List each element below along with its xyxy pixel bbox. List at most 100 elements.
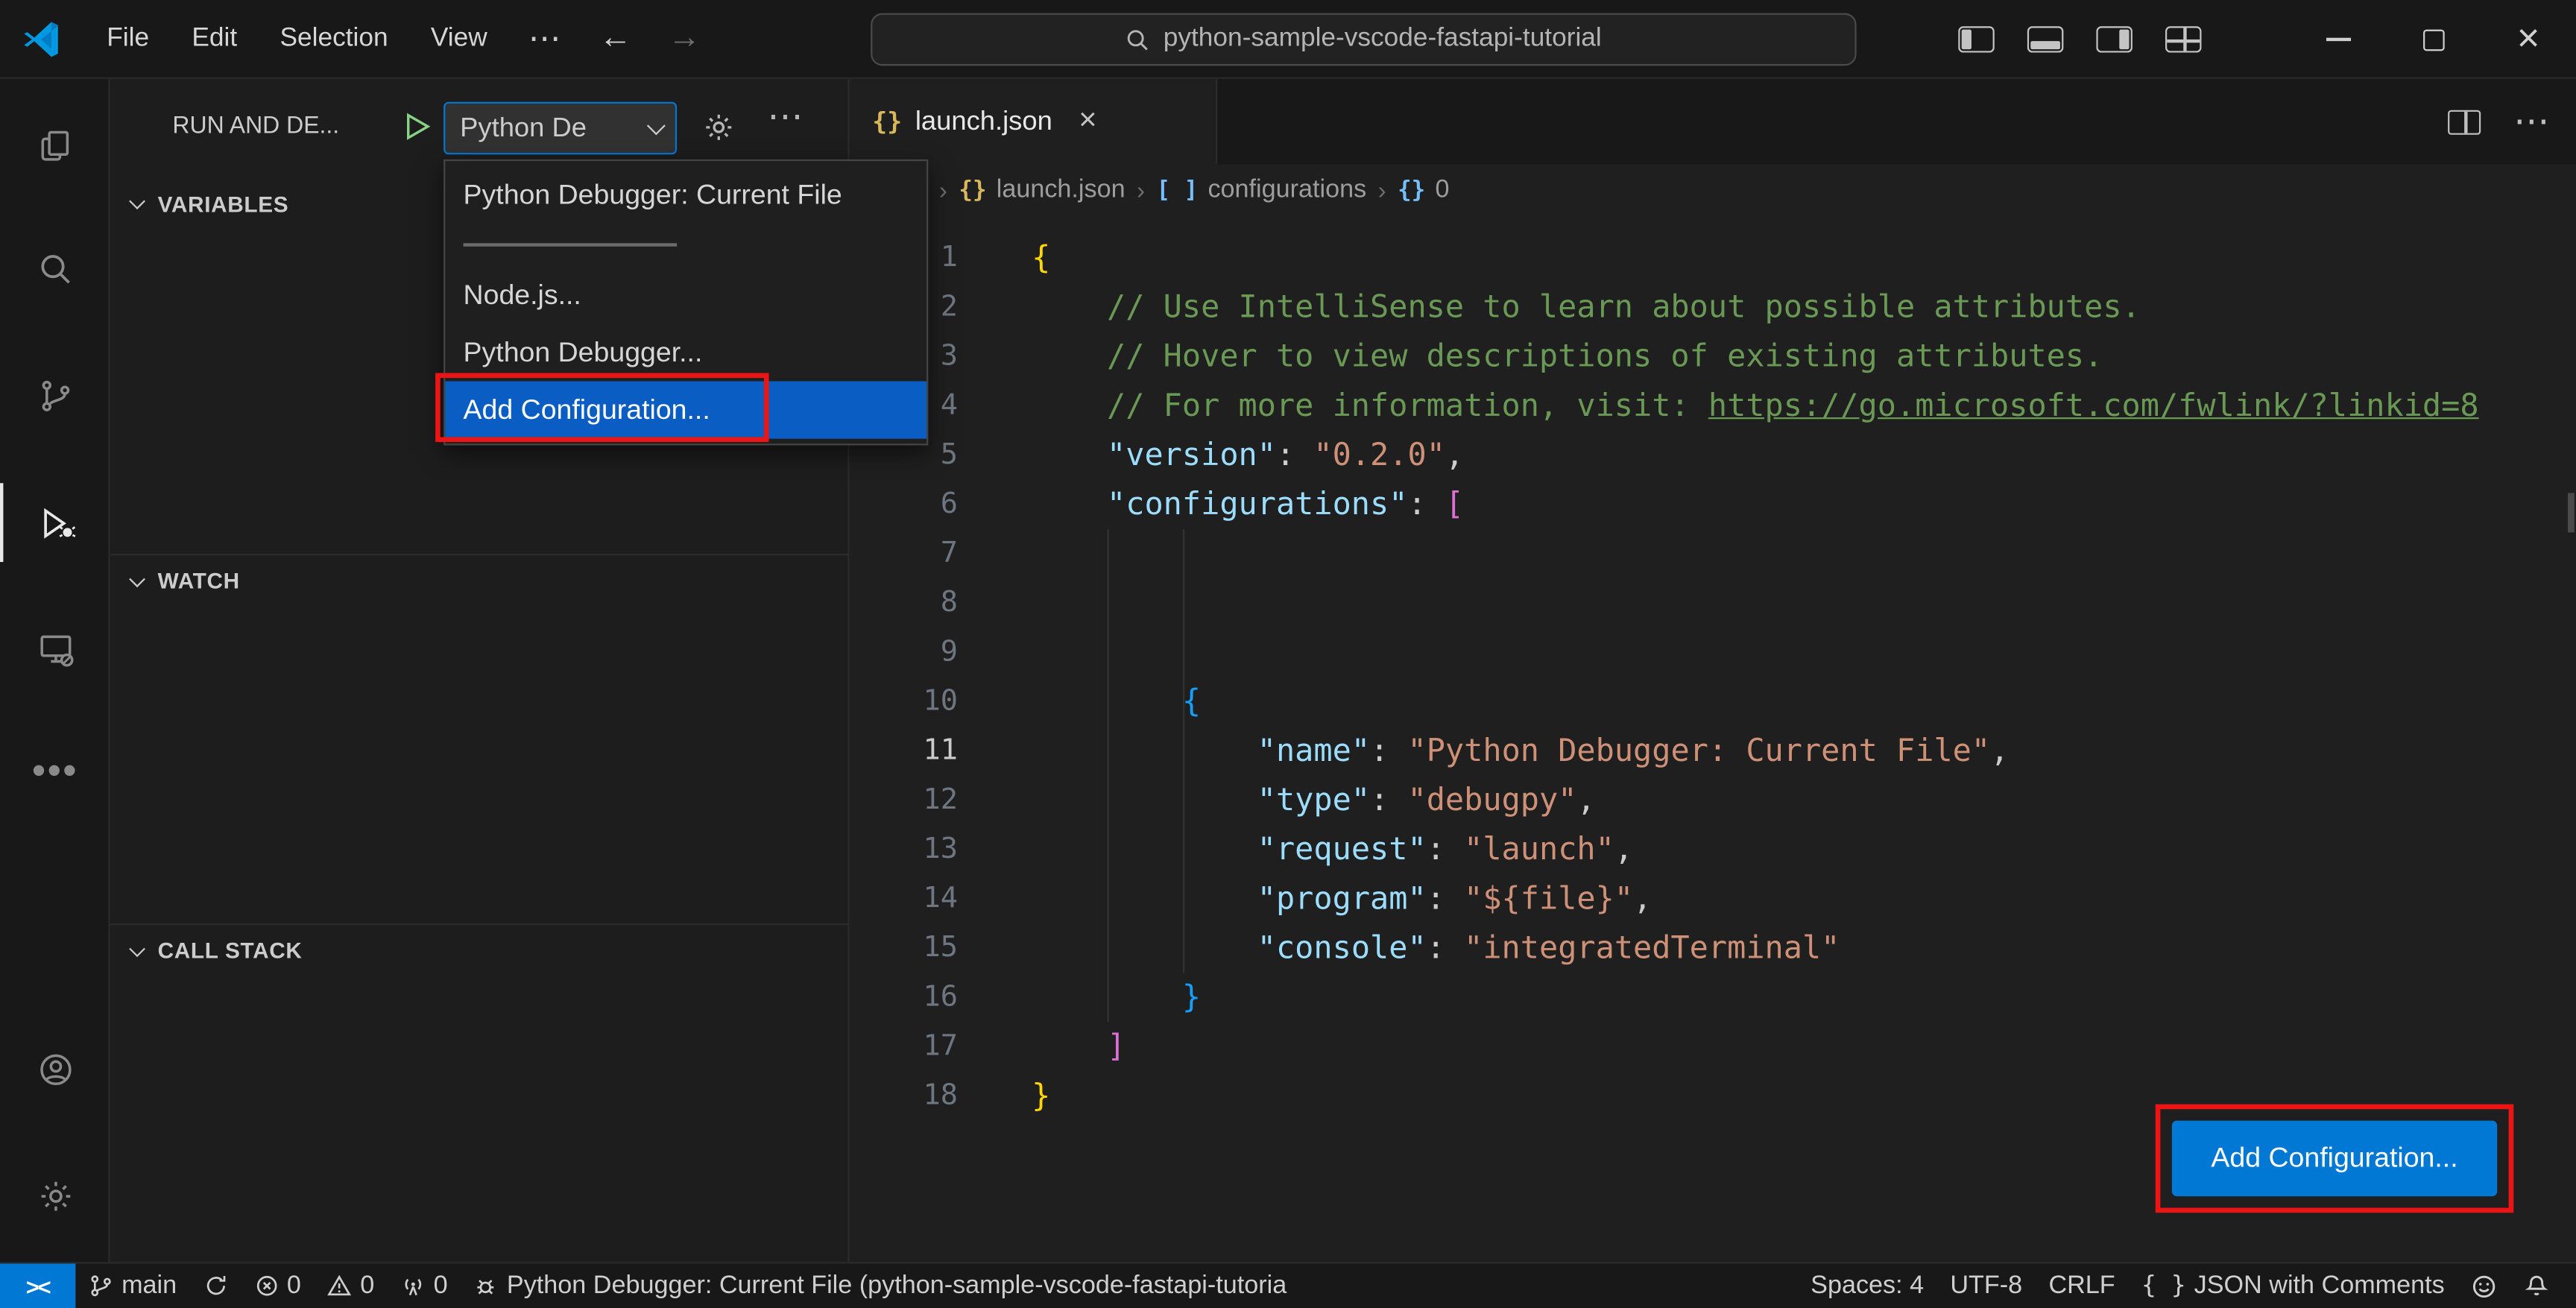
source-control-icon[interactable] xyxy=(0,356,110,435)
line-number: 9 xyxy=(940,636,958,669)
sidebar-title: RUN AND DE... xyxy=(172,113,340,140)
minimize-button[interactable] xyxy=(2291,0,2386,79)
breadcrumb-item-configurations[interactable]: [ ] configurations xyxy=(1156,176,1366,206)
line-content: "console": "integratedTerminal" xyxy=(1257,929,1840,967)
config-option-python-debugger[interactable]: Python Debugger... xyxy=(445,323,926,381)
config-option-python-debugger-current-file[interactable]: Python Debugger: Current File xyxy=(445,166,926,224)
close-button[interactable]: × xyxy=(2481,0,2576,79)
line-content: "program": "${file}", xyxy=(1257,880,1652,917)
vscode-window: File Edit Selection View ⋯ ← → python-sampl… xyxy=(0,0,2576,1308)
code-line-3: 3 // Hover to view descriptions of exist… xyxy=(850,332,2576,381)
code-line-1: 1{ xyxy=(850,233,2576,282)
line-content xyxy=(958,628,1032,677)
ports-icon xyxy=(400,1274,425,1298)
code-line-18: 18} xyxy=(850,1072,2576,1121)
tab-launch-json[interactable]: {} launch.json × xyxy=(849,78,1218,165)
breadcrumb-label: configurations xyxy=(1208,175,1367,204)
scrollbar-thumb[interactable] xyxy=(2568,493,2575,533)
debug-config-dropdown[interactable]: Python De xyxy=(443,101,678,155)
code-line-5: 5 "version": "0.2.0", xyxy=(850,431,2576,480)
editor-group: {} launch.json × ⋯ code›{}launch.json›[ … xyxy=(849,78,2576,1263)
toggle-sidebar-icon[interactable] xyxy=(1958,26,1995,53)
warning-icon xyxy=(327,1274,352,1298)
remote-indicator[interactable]: >< xyxy=(0,1263,76,1308)
command-center-text: python-sample-vscode-fastapi-tutorial xyxy=(1163,25,1602,53)
status-label: UTF-8 xyxy=(1950,1271,2023,1299)
window-controls: × xyxy=(2291,0,2576,79)
indent-guide xyxy=(1107,528,1109,1023)
line-number: 8 xyxy=(940,587,958,620)
status-label: 0 xyxy=(433,1271,448,1299)
status-bar: >< main 0 0 0 Python Debugger: Current File … xyxy=(0,1262,2576,1308)
status-item-feedback[interactable] xyxy=(2457,1263,2510,1308)
status-label: main xyxy=(121,1271,177,1299)
line-number: 13 xyxy=(923,832,958,866)
run-and-debug-icon[interactable] xyxy=(0,483,110,563)
code-line-17: 17 ] xyxy=(850,1022,2576,1071)
toggle-panel-icon[interactable] xyxy=(2027,26,2064,53)
code-line-6: 6 "configurations": [ xyxy=(850,480,2576,529)
command-center-search[interactable]: python-sample-vscode-fastapi-tutorial xyxy=(871,13,1857,66)
status-item-crlf[interactable]: CRLF xyxy=(2036,1263,2128,1308)
status-item-utf-8[interactable]: UTF-8 xyxy=(1937,1263,2036,1308)
line-content: // Hover to view descriptions of existin… xyxy=(1107,338,2103,375)
breadcrumb-item-0[interactable]: {} 0 xyxy=(1398,176,1449,206)
menu-view[interactable]: View xyxy=(409,16,508,62)
code-editor[interactable]: 1{2 // Use IntelliSense to learn about p… xyxy=(850,217,2576,1262)
breadcrumb-item-launch-json[interactable]: {} launch.json xyxy=(959,176,1125,206)
status-label: Python Debugger: Current File (python-sa… xyxy=(506,1271,1287,1299)
settings-gear-icon[interactable] xyxy=(0,1157,110,1236)
section-call-stack[interactable]: CALL STACK xyxy=(110,923,848,976)
customize-layout-icon[interactable] xyxy=(2165,26,2202,53)
line-content: "request": "launch", xyxy=(1257,831,1634,868)
line-content: "version": "0.2.0", xyxy=(1107,437,1465,473)
toggle-secondary-sidebar-icon[interactable] xyxy=(2096,26,2133,53)
explorer-icon[interactable] xyxy=(0,107,110,186)
code-line-2: 2 // Use IntelliSense to learn about pos… xyxy=(850,282,2576,332)
maximize-button[interactable] xyxy=(2385,0,2481,79)
line-content: "name": "Python Debugger: Current File", xyxy=(1257,733,2010,769)
vscode-logo-icon xyxy=(24,21,58,57)
configure-gear-icon[interactable] xyxy=(701,110,736,145)
chevron-down-icon xyxy=(129,193,145,210)
nav-back-icon[interactable]: ← xyxy=(581,19,650,57)
menu-more-icon[interactable]: ⋯ xyxy=(508,18,581,59)
split-editor-icon[interactable] xyxy=(2448,109,2481,134)
accounts-icon[interactable] xyxy=(0,1030,110,1109)
status-item-spaces-4[interactable]: Spaces: 4 xyxy=(1798,1263,1937,1308)
editor-more-icon[interactable]: ⋯ xyxy=(2513,100,2549,142)
search-sidebar-icon[interactable] xyxy=(0,230,110,309)
symbol-icon: [ ] xyxy=(1156,177,1199,204)
menu-selection[interactable]: Selection xyxy=(259,16,409,62)
line-number: 6 xyxy=(940,487,958,521)
menu-edit[interactable]: Edit xyxy=(171,16,259,62)
status-item-sync[interactable] xyxy=(190,1263,241,1308)
add-configuration-button[interactable]: Add Configuration... xyxy=(2171,1120,2498,1197)
start-debug-icon[interactable] xyxy=(400,109,435,145)
breadcrumb-label: 0 xyxy=(1435,175,1450,204)
status-item-warning[interactable]: 0 xyxy=(314,1263,387,1308)
status-item-ports[interactable]: 0 xyxy=(388,1263,461,1308)
menu-file[interactable]: File xyxy=(86,16,171,62)
more-views-icon[interactable]: ••• xyxy=(0,733,110,812)
symbol-icon: {} xyxy=(959,177,987,204)
breadcrumb-separator-icon: › xyxy=(938,177,947,205)
config-option-node-js[interactable]: Node.js... xyxy=(445,266,926,323)
status-item-debug[interactable]: Python Debugger: Current File (python-sa… xyxy=(461,1263,1300,1308)
status-item-bell[interactable] xyxy=(2510,1263,2563,1308)
section-watch[interactable]: WATCH xyxy=(110,554,848,607)
status-label: 0 xyxy=(360,1271,375,1299)
tab-close-icon[interactable]: × xyxy=(1079,104,1096,140)
breadcrumb-separator-icon: › xyxy=(1377,177,1386,205)
editor-actions: ⋯ xyxy=(2448,79,2576,165)
remote-explorer-icon[interactable] xyxy=(0,610,110,689)
line-content: "configurations": [ xyxy=(1107,486,1465,523)
status-label: 0 xyxy=(286,1271,301,1299)
status-item-braces[interactable]: { } JSON with Comments xyxy=(2128,1263,2457,1308)
status-item-branch[interactable]: main xyxy=(75,1263,189,1308)
debug-views-more-icon[interactable]: ⋯ xyxy=(767,95,803,138)
status-item-error[interactable]: 0 xyxy=(241,1263,314,1308)
breadcrumb-separator-icon: › xyxy=(1137,177,1146,205)
nav-forward-icon[interactable]: → xyxy=(650,19,719,57)
config-option-add-configuration[interactable]: Add Configuration... xyxy=(445,381,927,439)
